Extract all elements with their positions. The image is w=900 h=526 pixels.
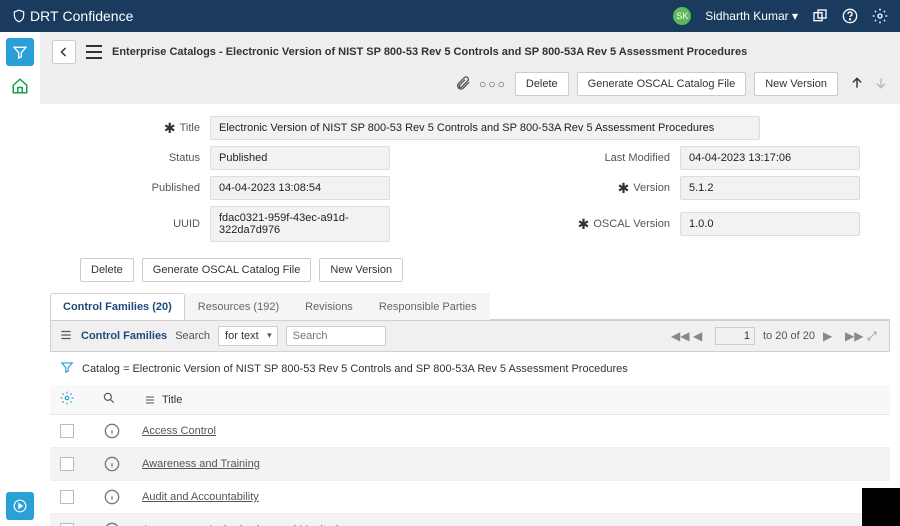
arrow-down-icon[interactable] <box>874 76 888 93</box>
last-modified-field[interactable]: 04-04-2023 13:17:06 <box>680 146 860 170</box>
gear-icon[interactable] <box>872 8 888 24</box>
search-mode-select[interactable]: for text <box>218 326 278 346</box>
row-title-link[interactable]: Audit and Accountability <box>142 491 259 503</box>
info-icon[interactable] <box>104 456 120 472</box>
uuid-field[interactable]: fdac0321-959f-43ec-a91d-322da7d976 <box>210 206 390 242</box>
oscal-version-field[interactable]: 1.0.0 <box>680 212 860 236</box>
prev-page-icon[interactable]: ◀ <box>693 329 707 343</box>
help-icon[interactable] <box>842 8 858 24</box>
row-title-link[interactable]: Access Control <box>142 425 216 437</box>
grid-header-row: Title <box>50 385 890 415</box>
left-sidebar <box>0 32 40 526</box>
page-number-input[interactable]: 1 <box>715 327 755 345</box>
tab-bar: Control Families (20) Resources (192) Re… <box>50 292 890 320</box>
page-header: Enterprise Catalogs - Electronic Version… <box>40 32 900 104</box>
sidebar-filter-button[interactable] <box>6 38 34 66</box>
row-checkbox[interactable] <box>60 424 74 438</box>
table-row: Audit and Accountability <box>50 481 890 514</box>
version-label: Version <box>633 182 670 194</box>
published-label: Published <box>80 182 200 194</box>
delete-button-2[interactable]: Delete <box>80 258 134 282</box>
user-name[interactable]: Sidharth Kumar ▾ <box>705 9 798 23</box>
brand-suffix: Confidence <box>63 8 134 24</box>
table-row: Awareness and Training <box>50 448 890 481</box>
status-label: Status <box>80 152 200 164</box>
expand-grid-icon[interactable]: ⤢ <box>867 329 881 343</box>
filter-summary-text: Catalog = Electronic Version of NIST SP … <box>82 363 628 375</box>
version-field[interactable]: 5.1.2 <box>680 176 860 200</box>
action-bar: Delete Generate OSCAL Catalog File New V… <box>40 254 900 292</box>
app-topbar: DRTConfidence SK Sidharth Kumar ▾ <box>0 0 900 32</box>
breadcrumb: Enterprise Catalogs - Electronic Version… <box>112 46 747 58</box>
info-icon[interactable] <box>104 489 120 505</box>
title-label: Title <box>180 122 200 134</box>
search-input[interactable] <box>286 326 386 346</box>
search-label: Search <box>175 330 210 342</box>
row-checkbox[interactable] <box>60 490 74 504</box>
last-modified-label: Last Modified <box>550 152 670 164</box>
row-checkbox[interactable] <box>60 457 74 471</box>
row-title-link[interactable]: Awareness and Training <box>142 458 260 470</box>
attachment-icon[interactable] <box>455 75 471 94</box>
sidebar-home-button[interactable] <box>6 72 34 100</box>
arrow-up-icon[interactable] <box>850 76 864 93</box>
brand-logo: DRTConfidence <box>12 8 133 24</box>
new-version-button[interactable]: New Version <box>754 72 838 96</box>
table-row: Access Control <box>50 415 890 448</box>
list-view-icon[interactable] <box>59 328 73 345</box>
last-page-icon[interactable]: ▶▶ <box>845 329 859 343</box>
generate-oscal-button-2[interactable]: Generate OSCAL Catalog File <box>142 258 312 282</box>
hamburger-menu-icon[interactable] <box>86 45 102 59</box>
topbar-right: SK Sidharth Kumar ▾ <box>673 7 888 25</box>
filter-icon[interactable] <box>60 360 74 377</box>
delete-button[interactable]: Delete <box>515 72 569 96</box>
tab-resources[interactable]: Resources (192) <box>185 293 292 320</box>
shield-icon <box>12 9 26 23</box>
uuid-label: UUID <box>80 218 200 230</box>
next-page-icon[interactable]: ▶ <box>823 329 837 343</box>
more-icon[interactable]: ○○○ <box>479 77 507 91</box>
info-icon[interactable] <box>104 522 120 526</box>
avatar[interactable]: SK <box>673 7 691 25</box>
sidebar-play-button[interactable] <box>6 492 34 520</box>
grid-settings-gear-icon[interactable] <box>60 391 74 408</box>
windows-icon[interactable] <box>812 8 828 24</box>
grid-title: Control Families <box>81 330 167 342</box>
brand-prefix: DRT <box>30 8 59 24</box>
content-area: Enterprise Catalogs - Electronic Version… <box>40 32 900 526</box>
tab-revisions[interactable]: Revisions <box>292 293 366 320</box>
corner-overlay <box>862 488 900 526</box>
tab-control-families[interactable]: Control Families (20) <box>50 293 185 320</box>
oscal-version-label: OSCAL Version <box>593 218 670 230</box>
status-field[interactable]: Published <box>210 146 390 170</box>
back-button[interactable] <box>52 40 76 64</box>
new-version-button-2[interactable]: New Version <box>319 258 403 282</box>
page-range: to 20 of 20 <box>763 330 815 342</box>
first-page-icon[interactable]: ◀◀ <box>671 329 685 343</box>
grid-toolbar: Control Families Search for text ◀◀ ◀ 1 … <box>50 320 890 352</box>
generate-oscal-button[interactable]: Generate OSCAL Catalog File <box>577 72 747 96</box>
search-column-icon[interactable] <box>102 391 116 408</box>
title-field[interactable]: Electronic Version of NIST SP 800-53 Rev… <box>210 116 760 140</box>
tab-responsible-parties[interactable]: Responsible Parties <box>366 293 490 320</box>
table-row: Assessment, Authorization, and Monitorin… <box>50 514 890 526</box>
published-field[interactable]: 04-04-2023 13:08:54 <box>210 176 390 200</box>
main-layout: Enterprise Catalogs - Electronic Version… <box>0 32 900 526</box>
filter-summary-row: Catalog = Electronic Version of NIST SP … <box>50 352 890 385</box>
column-title-header[interactable]: Title <box>144 394 182 406</box>
info-icon[interactable] <box>104 423 120 439</box>
details-form: ✱Title Electronic Version of NIST SP 800… <box>40 104 900 254</box>
